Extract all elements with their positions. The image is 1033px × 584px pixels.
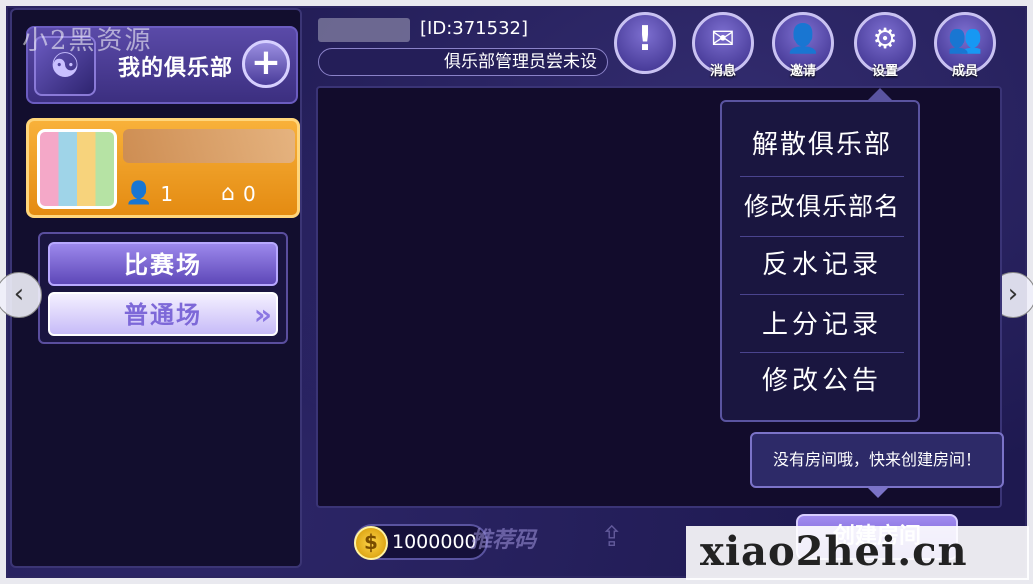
invite-button[interactable]: 👤 邀请: [772, 12, 834, 79]
divider: [740, 176, 904, 177]
mode-panel: 比赛场 普通场 »: [38, 232, 288, 344]
recommend-code-button[interactable]: 推荐码: [470, 522, 536, 554]
alert-button[interactable]: !: [614, 12, 676, 74]
add-club-button[interactable]: +: [242, 40, 290, 88]
members-count: 1: [160, 181, 174, 206]
rooms-count: 0: [242, 181, 256, 206]
settings-button[interactable]: ⚙ 设置: [854, 12, 916, 79]
user-id: [ID:371532]: [420, 18, 528, 39]
user-name-blurred: [318, 18, 410, 42]
person-icon: 👤: [125, 181, 153, 206]
contest-mode-label: 比赛场: [124, 251, 202, 279]
alert-icon: !: [637, 19, 653, 59]
menu-item-topup-records[interactable]: 上分记录: [740, 296, 904, 354]
gold-amount: 1000000: [392, 531, 477, 553]
club-card[interactable]: 👤 1 ⌂ 0: [26, 118, 300, 218]
share-icon[interactable]: ⇪: [600, 520, 623, 553]
members-button[interactable]: 👥 成员: [934, 12, 996, 79]
menu-item-rename-club[interactable]: 修改俱乐部名: [740, 178, 904, 236]
members-stat: 👤 1: [125, 181, 173, 206]
menu-item-rebate-records[interactable]: 反水记录: [740, 236, 904, 294]
settings-dropdown: 解散俱乐部 修改俱乐部名 反水记录 上分记录 修改公告: [720, 100, 920, 422]
members-label: 成员: [951, 64, 978, 79]
contest-mode-button[interactable]: 比赛场: [48, 242, 278, 286]
left-panel: ☯ 我的俱乐部 + 👤 1 ⌂ 0 比赛场 普通场 »: [10, 8, 302, 568]
coin-icon: $: [354, 526, 388, 560]
watermark-text: xiao2hei.cn: [700, 528, 968, 575]
gold-balance: $ 1000000: [354, 524, 488, 560]
menu-item-dissolve-club[interactable]: 解散俱乐部: [740, 116, 904, 174]
invite-label: 邀请: [789, 64, 816, 79]
rooms-stat: ⌂ 0: [221, 181, 256, 206]
home-icon: ⌂: [221, 181, 235, 206]
club-name-blurred: [123, 129, 295, 163]
menu-item-edit-notice[interactable]: 修改公告: [740, 352, 904, 410]
settings-label: 设置: [871, 64, 898, 79]
normal-mode-label: 普通场: [124, 301, 202, 329]
divider: [740, 294, 904, 295]
dropdown-pointer: [868, 88, 892, 100]
notice-bar: 俱乐部管理员尝未设: [318, 48, 608, 76]
envelope-icon: ✉: [711, 22, 735, 55]
tooltip-tail: [866, 486, 890, 498]
gear-icon: ⚙: [872, 22, 898, 55]
add-user-icon: 👤: [785, 22, 821, 55]
message-label: 消息: [709, 64, 736, 79]
message-button[interactable]: ✉ 消息: [692, 12, 754, 79]
club-avatar: [37, 129, 117, 209]
empty-room-tooltip: 没有房间哦，快来创建房间！: [750, 432, 1004, 488]
double-chevron-right-icon: »: [253, 298, 272, 331]
group-icon: 👥: [947, 22, 983, 55]
watermark-top: 小2黑资源: [22, 26, 153, 56]
normal-mode-button[interactable]: 普通场 »: [48, 292, 278, 336]
